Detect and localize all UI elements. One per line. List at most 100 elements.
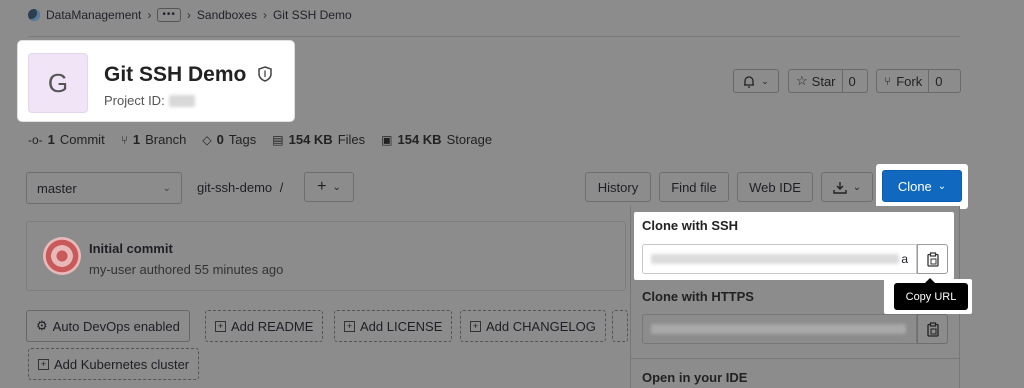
project-id-label: Project ID: [104, 93, 165, 108]
shield-icon [258, 66, 272, 82]
copy-ssh-url-button[interactable] [917, 244, 948, 274]
breadcrumb-group[interactable]: Sandboxes [197, 8, 257, 22]
stat-storage[interactable]: ▣ 154 KB Storage [381, 132, 492, 147]
add-more-button-partial[interactable] [612, 310, 628, 342]
project-title: Git SSH Demo [104, 63, 247, 86]
breadcrumb-org[interactable]: DataManagement [46, 8, 141, 22]
project-avatar: G [28, 53, 88, 113]
clipboard-icon [926, 321, 939, 337]
commit-author-avatar[interactable] [43, 237, 81, 275]
tag-icon: ◇ [202, 132, 212, 147]
copy-https-url-button[interactable] [917, 314, 948, 344]
repo-path: git-ssh-demo / [197, 180, 283, 195]
dropdown-divider [630, 358, 960, 359]
repo-path-separator: / [279, 180, 284, 195]
stat-tags[interactable]: ◇ 0 Tags [202, 132, 256, 147]
add-kubernetes-button[interactable]: + Add Kubernetes cluster [28, 348, 200, 380]
find-file-button[interactable]: Find file [659, 172, 729, 202]
project-stats: -o- 1 Commit ⑂ 1 Branch ◇ 0 Tags ▤ 154 K… [28, 132, 492, 147]
org-logo-icon [28, 9, 40, 21]
last-commit-panel [26, 221, 626, 291]
commit-title[interactable]: Initial commit [89, 241, 173, 256]
project-id-value [168, 94, 195, 107]
https-url-redacted [651, 324, 906, 334]
auto-devops-label: Auto DevOps enabled [52, 318, 180, 334]
gear-icon: ⚙ [36, 318, 48, 333]
breadcrumb-separator: › [262, 8, 267, 22]
breadcrumb-separator: › [147, 8, 152, 22]
branches-count: 1 [132, 132, 141, 147]
branch-icon: ⑂ [120, 132, 128, 147]
project-header: G Git SSH Demo Project ID: [18, 41, 294, 121]
files-size: 154 KB [288, 132, 333, 147]
copy-url-tooltip: Copy URL [894, 278, 968, 310]
files-label: Files [337, 132, 366, 147]
branch-select[interactable]: master ⌄ [26, 172, 182, 204]
fork-icon: ⑂ [884, 74, 892, 88]
commit-meta: my-user authored 55 minutes ago [89, 262, 284, 277]
storage-label: Storage [446, 132, 493, 147]
stat-files[interactable]: ▤ 154 KB Files [272, 132, 365, 147]
commit-icon: -o- [28, 132, 43, 147]
bell-icon [744, 75, 755, 88]
clone-button-label: Clone [897, 178, 932, 194]
add-kubernetes-label: Add Kubernetes cluster [54, 356, 190, 372]
repo-path-name[interactable]: git-ssh-demo [197, 180, 272, 195]
open-in-ide-label: Open in your IDE [642, 370, 748, 385]
breadcrumb-project[interactable]: Git SSH Demo [273, 8, 352, 22]
chevron-down-icon: ⌄ [162, 182, 171, 194]
add-changelog-label: Add CHANGELOG [486, 318, 596, 334]
tags-count: 0 [216, 132, 224, 147]
add-readme-label: Add README [231, 318, 314, 334]
commits-label: Commit [59, 132, 105, 147]
auto-devops-button[interactable]: ⚙ Auto DevOps enabled [26, 310, 190, 342]
clone-ssh-input[interactable]: a [642, 244, 917, 274]
add-license-button[interactable]: + Add LICENSE [334, 310, 453, 342]
clone-button[interactable]: Clone ⌄ [882, 170, 962, 202]
download-icon [833, 181, 847, 194]
star-button[interactable]: ☆ Star 0 [788, 69, 868, 93]
breadcrumb-separator: › [186, 8, 191, 22]
plus-icon: + [317, 178, 327, 195]
breadcrumb-more-button[interactable]: ••• [157, 8, 181, 22]
plus-square-icon: + [215, 320, 226, 332]
plus-square-icon: + [38, 358, 49, 370]
plus-square-icon: + [344, 320, 355, 332]
fork-count[interactable]: 0 [928, 70, 948, 92]
star-label: Star [811, 73, 836, 89]
commits-count: 1 [47, 132, 55, 147]
header-divider [28, 36, 960, 37]
history-button[interactable]: History [585, 172, 651, 202]
add-file-dropdown[interactable]: + ⌄ [304, 172, 354, 202]
storage-icon: ▣ [381, 132, 393, 147]
stat-branches[interactable]: ⑂ 1 Branch [121, 132, 187, 147]
add-readme-button[interactable]: + Add README [205, 310, 324, 342]
notification-dropdown[interactable]: ⌄ [733, 69, 779, 93]
ssh-url-redacted [651, 254, 900, 264]
breadcrumb: DataManagement › ••• › Sandboxes › Git S… [28, 7, 352, 23]
add-license-label: Add LICENSE [360, 318, 443, 334]
chevron-down-icon: ⌄ [761, 75, 769, 86]
chevron-down-icon: ⌄ [937, 180, 947, 192]
chevron-down-icon: ⌄ [332, 181, 341, 193]
chevron-down-icon: ⌄ [852, 181, 862, 193]
file-icon: ▤ [272, 132, 284, 147]
clone-ssh-label: Clone with SSH [642, 218, 739, 233]
add-changelog-button[interactable]: + Add CHANGELOG [460, 310, 606, 342]
clone-https-label: Clone with HTTPS [642, 289, 754, 304]
fork-label: Fork [896, 73, 923, 89]
clone-https-input[interactable] [642, 314, 917, 344]
web-ide-button[interactable]: Web IDE [737, 172, 813, 202]
star-count[interactable]: 0 [841, 70, 862, 92]
stat-commits[interactable]: -o- 1 Commit [28, 132, 105, 147]
ssh-url-tail: a [901, 252, 908, 266]
plus-square-icon: + [470, 320, 481, 332]
download-dropdown[interactable]: ⌄ [821, 172, 873, 202]
branch-select-value: master [37, 180, 77, 196]
storage-size: 154 KB [397, 132, 442, 147]
branches-label: Branch [145, 132, 187, 147]
fork-button[interactable]: ⑂ Fork 0 [876, 69, 961, 93]
project-id: Project ID: [104, 93, 195, 108]
star-icon: ☆ [796, 73, 808, 88]
clipboard-icon [926, 251, 939, 267]
